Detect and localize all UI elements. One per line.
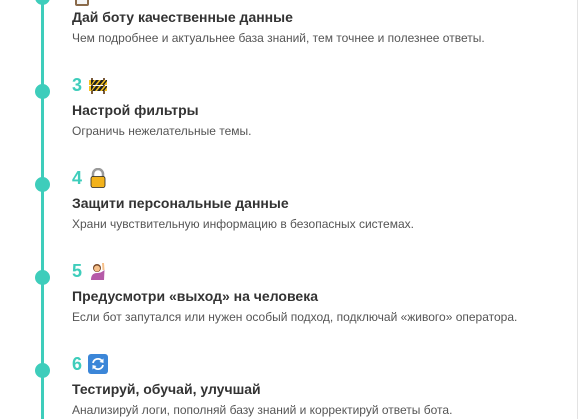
- step-header: 4: [72, 167, 108, 189]
- timeline-dot: [35, 84, 50, 99]
- step-title: Дай боту качественные данные: [72, 9, 293, 25]
- timeline-dot: [35, 177, 50, 192]
- lock-icon: [88, 168, 108, 188]
- step-description: Если бот запутался или нужен особый подх…: [72, 310, 518, 324]
- person-raising-hand-icon: [88, 261, 109, 281]
- step-header: 5: [72, 260, 109, 282]
- step-description: Чем подробнее и актуальнее база знаний, …: [72, 31, 485, 45]
- step-number: 4: [72, 168, 83, 188]
- step-description: Анализируй логи, пополняй базу знаний и …: [72, 403, 453, 417]
- step-number: 5: [72, 261, 83, 281]
- step-description: Храни чувствительную информацию в безопа…: [72, 217, 414, 231]
- timeline-line: [41, 0, 44, 419]
- step-title: Защити персональные данные: [72, 195, 289, 211]
- refresh-arrows-icon: [88, 354, 109, 374]
- timeline-dot: [35, 363, 50, 378]
- timeline-page: Дай боту качественные данные Чем подробн…: [0, 0, 578, 419]
- timeline-dot: [35, 0, 50, 5]
- step-header: [72, 0, 92, 8]
- step-number: 6: [72, 354, 83, 374]
- step-title: Настрой фильтры: [72, 102, 199, 118]
- timeline-dot: [35, 270, 50, 285]
- step-header: 3: [72, 74, 108, 96]
- step-title: Предусмотри «выход» на человека: [72, 288, 318, 304]
- step-description: Ограничь нежелательные темы.: [72, 124, 252, 138]
- clipboard-icon: [72, 0, 92, 7]
- step-title: Тестируй, обучай, улучшай: [72, 381, 261, 397]
- step-header: 6: [72, 353, 109, 375]
- construction-barrier-icon: [88, 75, 108, 95]
- step-number: 3: [72, 75, 83, 95]
